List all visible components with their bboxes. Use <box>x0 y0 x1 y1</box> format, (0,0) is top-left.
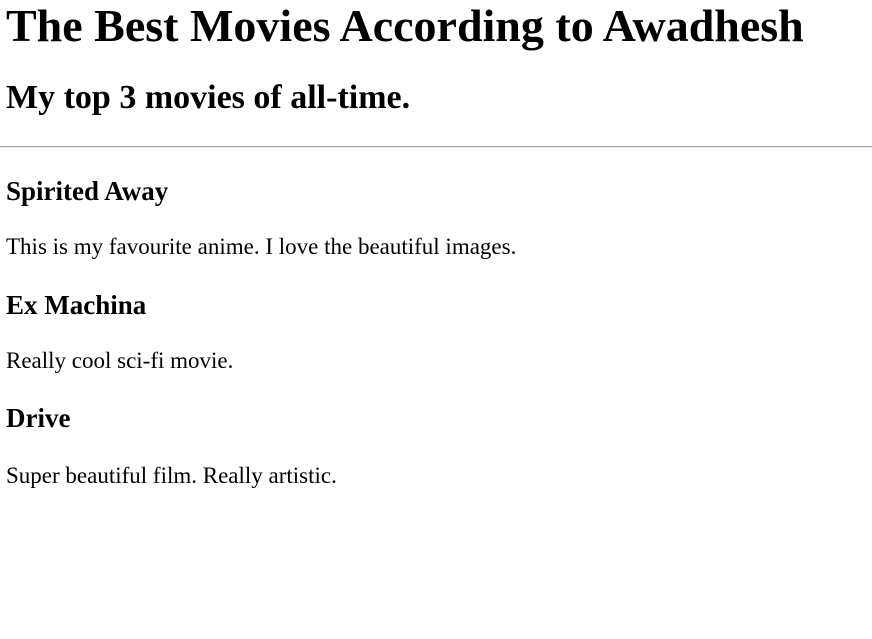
divider <box>0 146 872 148</box>
movie-title: Spirited Away <box>6 176 169 206</box>
movie-entry-drive: Drive Super beautiful film. Really artis… <box>6 402 866 490</box>
movie-description: This is my favourite anime. I love the b… <box>6 234 517 259</box>
page-content: The Best Movies According to Awadhesh My… <box>0 0 872 490</box>
movie-title: Ex Machina <box>6 290 147 320</box>
page-subtitle: My top 3 movies of all-time. <box>6 79 411 116</box>
movie-title: Drive <box>6 403 71 433</box>
movie-entry-spirited-away: Spirited Away This is my favourite anime… <box>6 175 866 261</box>
movie-entry-ex-machina: Ex Machina Really cool sci-fi movie. <box>6 289 866 375</box>
page-title: The Best Movies According to Awadhesh <box>6 0 804 51</box>
movie-description: Super beautiful film. Really artistic. <box>6 463 337 488</box>
movie-description: Really cool sci-fi movie. <box>6 348 234 373</box>
